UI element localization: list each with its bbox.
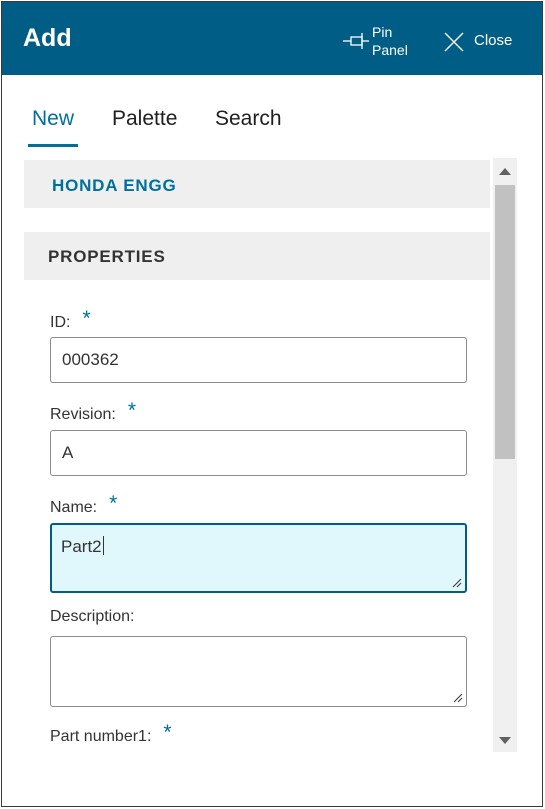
panel-header: Add Pin Panel Close (2, 2, 542, 75)
tab-search[interactable]: Search (215, 107, 282, 147)
revision-input[interactable]: A (50, 430, 467, 476)
scrollbar-thumb[interactable] (495, 185, 515, 459)
pin-panel-label: Pin Panel (372, 24, 408, 58)
required-marker: * (163, 721, 172, 744)
company-section[interactable]: HONDA ENGG (24, 160, 490, 208)
required-marker: * (109, 492, 118, 515)
revision-label: Revision: * (50, 399, 136, 423)
required-marker: * (82, 307, 91, 330)
company-label: HONDA ENGG (52, 176, 177, 195)
resize-handle-icon[interactable] (453, 693, 463, 703)
close-icon (444, 32, 464, 52)
resize-handle-icon[interactable] (452, 578, 462, 588)
scroll-up-arrow-icon[interactable] (499, 168, 511, 175)
scroll-down-arrow-icon[interactable] (499, 737, 511, 744)
description-textarea[interactable] (50, 636, 467, 707)
tab-palette[interactable]: Palette (112, 107, 177, 147)
properties-heading: PROPERTIES (48, 247, 166, 266)
vertical-scrollbar[interactable] (493, 158, 517, 752)
tab-new[interactable]: New (27, 107, 79, 147)
description-label: Description: (50, 608, 135, 625)
panel-title: Add (23, 24, 72, 52)
text-caret (102, 536, 104, 555)
form-scroll-area: HONDA ENGG PROPERTIES ID: * 000362 Revisi… (24, 158, 517, 752)
name-label: Name: * (50, 492, 118, 516)
name-textarea[interactable]: Part2 (50, 523, 467, 593)
properties-section-header: PROPERTIES (24, 232, 490, 280)
pin-icon (343, 33, 369, 49)
close-label: Close (474, 32, 513, 49)
add-panel: Add Pin Panel Close New Palette Search H… (1, 1, 543, 807)
close-button[interactable]: Close (443, 30, 523, 54)
id-label: ID: * (50, 307, 91, 331)
part-number1-label: Part number1: * (50, 721, 172, 745)
required-marker: * (127, 399, 136, 422)
id-input[interactable]: 000362 (50, 337, 467, 383)
pin-panel-button[interactable]: Pin Panel (339, 22, 419, 62)
